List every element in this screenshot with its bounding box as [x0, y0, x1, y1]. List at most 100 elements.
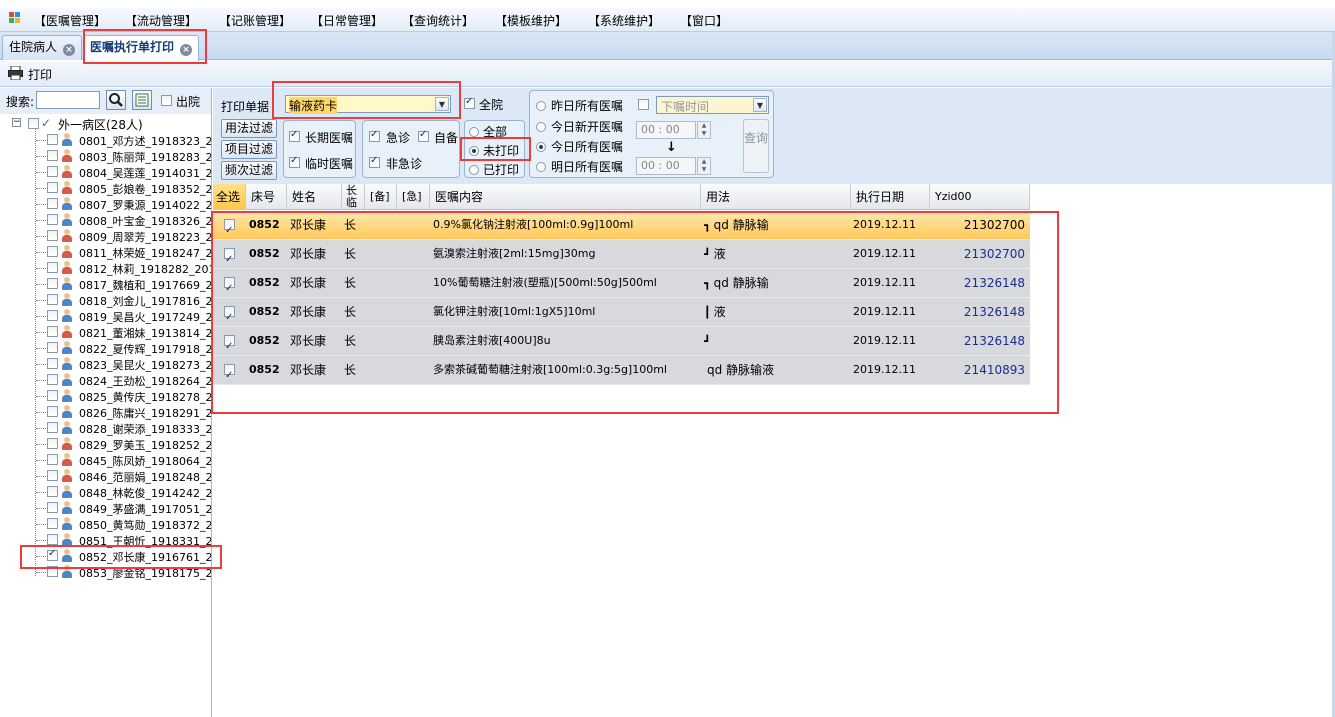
item-filter-button[interactable]: 项目过滤: [221, 140, 277, 159]
row-checkbox-box[interactable]: [224, 246, 235, 268]
non-urgent-checkbox[interactable]: [369, 155, 380, 168]
patient-checkbox[interactable]: [47, 438, 58, 449]
patient-checkbox[interactable]: [47, 454, 58, 465]
patient-checkbox[interactable]: [47, 310, 58, 321]
patient-tree-item[interactable]: 0852_邓长康_1916761_20: [0, 548, 211, 564]
patient-checkbox[interactable]: [47, 326, 58, 337]
col-bed[interactable]: 床号: [246, 184, 287, 210]
patient-tree-item[interactable]: 0849_茅盛满_1917051_20: [0, 500, 211, 516]
patient-checkbox[interactable]: [47, 246, 58, 257]
all-ward-checkbox[interactable]: [464, 96, 475, 109]
patient-tree-item[interactable]: 0850_黄笃勋_1918372_20: [0, 516, 211, 532]
menu-daily[interactable]: 【日常管理】: [311, 12, 383, 29]
chevron-down-icon[interactable]: ▼: [435, 97, 449, 111]
col-urgent[interactable]: [急]: [397, 184, 430, 210]
order-row[interactable]: 0852邓长康长氯化钾注射液[10ml:1gX5]10ml┃液2019.12.1…: [213, 298, 1030, 327]
query-button[interactable]: 查询: [743, 119, 769, 173]
patient-checkbox[interactable]: [47, 566, 58, 577]
patient-tree-item[interactable]: 0819_吴昌火_1917249_20: [0, 308, 211, 324]
patient-tree-item[interactable]: 0805_彭娘卷_1918352_20: [0, 180, 211, 196]
patient-checkbox[interactable]: [47, 166, 58, 177]
row-checkbox[interactable]: [224, 327, 236, 355]
search-input[interactable]: [36, 91, 100, 109]
close-icon[interactable]: ×: [63, 44, 76, 56]
patient-checkbox[interactable]: [47, 230, 58, 241]
order-tomorrow-radio[interactable]: [536, 162, 546, 172]
row-checkbox[interactable]: [224, 211, 236, 239]
patient-tree-item[interactable]: 0848_林乾俊_1914242_20: [0, 484, 211, 500]
patient-checkbox[interactable]: [47, 502, 58, 513]
patient-tree-item[interactable]: 0853_廖金铭_1918175_20: [0, 564, 211, 580]
menu-system[interactable]: 【系统维护】: [588, 12, 660, 29]
order-today-new-radio[interactable]: [536, 122, 546, 132]
time-to-input[interactable]: 00 : 00: [636, 157, 696, 175]
patient-tree-item[interactable]: 0825_黄传庆_1918278_20: [0, 388, 211, 404]
row-checkbox-box[interactable]: [224, 275, 235, 297]
patient-tree-item[interactable]: 0821_董湘妹_1913814_20: [0, 324, 211, 340]
patient-checkbox[interactable]: [47, 390, 58, 401]
time-from-spinner[interactable]: ▲ ▼: [697, 121, 711, 139]
long-term-checkbox[interactable]: [289, 129, 300, 142]
patient-checkbox[interactable]: [47, 358, 58, 369]
time-to-spinner[interactable]: ▲ ▼: [697, 157, 711, 175]
patient-checkbox[interactable]: [47, 518, 58, 529]
patient-checkbox[interactable]: [47, 486, 58, 497]
menu-templates[interactable]: 【模板维护】: [495, 12, 567, 29]
patient-checkbox[interactable]: [47, 214, 58, 225]
patient-checkbox[interactable]: [47, 374, 58, 385]
patient-checkbox[interactable]: [47, 294, 58, 305]
tab-order-print[interactable]: 医嘱执行单打印 ×: [83, 35, 200, 61]
patient-tree-item[interactable]: 0822_夏传辉_1917918_20: [0, 340, 211, 356]
patient-tree-item[interactable]: 0803_陈丽萍_1918283_20: [0, 148, 211, 164]
order-row[interactable]: 0852 邓长康 长 多索茶碱葡萄糖注射液[100ml:0.3g:5g]100ml qd…: [213, 356, 1030, 385]
patient-checkbox[interactable]: [47, 134, 58, 145]
root-checkbox[interactable]: [28, 118, 39, 129]
chevron-down-icon[interactable]: ▼: [753, 98, 767, 112]
discharged-checkbox[interactable]: [161, 95, 172, 106]
order-today-all-radio[interactable]: [536, 142, 546, 152]
order-row[interactable]: 0852 邓长康 长 胰岛素注射液[400U]8u ┛ 2019.12.11 2132614…: [213, 327, 1030, 356]
patient-tree-item[interactable]: 0809_周翠芳_1918223_20: [0, 228, 211, 244]
row-checkbox[interactable]: [224, 240, 236, 268]
order-row[interactable]: 0852 邓长康 长 0.9%氯化钠注射液[100ml:0.9g]100ml ┓qd 静…: [213, 211, 1030, 240]
col-usage[interactable]: 用法: [701, 184, 851, 210]
patient-tree-item[interactable]: 0846_范丽娟_1918248_20: [0, 468, 211, 484]
patient-checkbox[interactable]: [47, 262, 58, 273]
patient-tree-item[interactable]: 0828_谢荣添_1918333_20: [0, 420, 211, 436]
status-all-radio[interactable]: [469, 127, 479, 137]
patient-tree-item[interactable]: 0818_刘金儿_1917816_20: [0, 292, 211, 308]
col-type[interactable]: 长临: [342, 184, 365, 210]
refresh-button[interactable]: [132, 90, 152, 110]
status-printed-radio[interactable]: [469, 165, 479, 175]
patient-tree-item[interactable]: 0824_王劲松_1918264_20: [0, 372, 211, 388]
patient-tree-item[interactable]: 0823_吴昆火_1918273_20: [0, 356, 211, 372]
col-content[interactable]: 医嘱内容: [430, 184, 701, 210]
row-checkbox[interactable]: [224, 356, 236, 384]
patient-checkbox[interactable]: [47, 150, 58, 161]
patient-checkbox[interactable]: [47, 198, 58, 209]
row-checkbox-box[interactable]: [224, 362, 235, 384]
menu-billing[interactable]: 【记账管理】: [219, 12, 291, 29]
patient-tree-item[interactable]: 0817_魏植和_1917669_20: [0, 276, 211, 292]
order-yesterday-radio[interactable]: [536, 101, 546, 111]
menu-query[interactable]: 【查询统计】: [402, 12, 474, 29]
temporary-checkbox[interactable]: [289, 155, 300, 168]
patient-checkbox[interactable]: [47, 278, 58, 289]
menu-flow[interactable]: 【流动管理】: [125, 12, 197, 29]
search-button[interactable]: [106, 90, 126, 110]
col-name[interactable]: 姓名: [287, 184, 342, 210]
row-checkbox-box[interactable]: [224, 333, 235, 355]
printer-icon[interactable]: [8, 66, 23, 80]
patient-checkbox[interactable]: [47, 422, 58, 433]
patient-tree-item[interactable]: 0801_邓方述_1918323_20: [0, 132, 211, 148]
patient-tree-item[interactable]: 0811_林荣姬_1918247_20: [0, 244, 211, 260]
row-checkbox[interactable]: [224, 269, 236, 297]
tree-root[interactable]: − ✓ 外一病区(28人): [0, 116, 211, 132]
tab-inpatients[interactable]: 住院病人 ×: [2, 35, 83, 60]
patient-tree-item[interactable]: 0826_陈庸兴_1918291_20: [0, 404, 211, 420]
print-form-select[interactable]: 输液药卡 ▼: [285, 95, 451, 114]
frequency-filter-button[interactable]: 频次过滤: [221, 161, 277, 180]
order-time-checkbox[interactable]: [638, 99, 649, 110]
self-prepared-checkbox[interactable]: [418, 129, 429, 142]
menu-window[interactable]: 【窗口】: [680, 12, 728, 29]
